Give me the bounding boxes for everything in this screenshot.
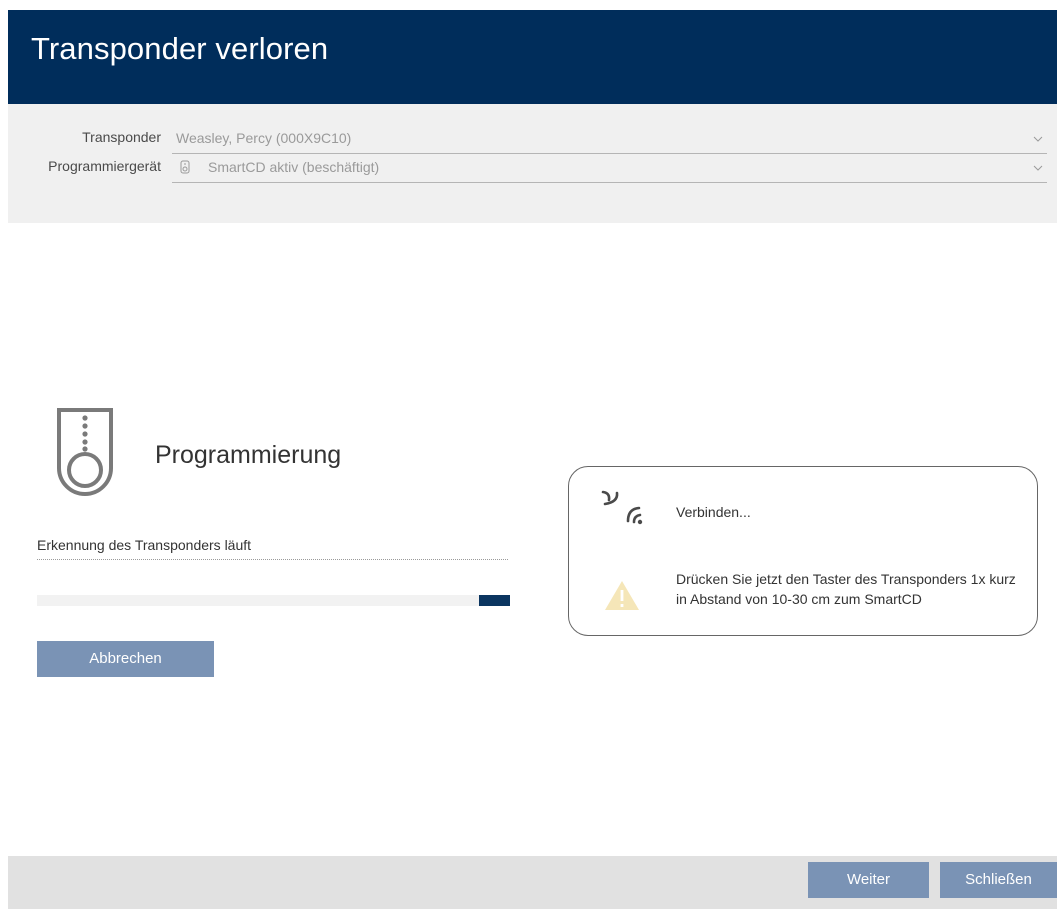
transponder-label: Transponder bbox=[82, 129, 161, 145]
wireless-icon bbox=[601, 490, 643, 525]
dialog-title: Transponder verloren bbox=[31, 31, 329, 66]
status-text: Erkennung des Transponders läuft bbox=[37, 537, 508, 560]
transponder-select[interactable]: Weasley, Percy (000X9C10) bbox=[172, 125, 1047, 154]
instruction-text: Drücken Sie jetzt den Taster des Transpo… bbox=[676, 571, 1016, 607]
programming-content: Programmierung Erkennung des Transponder… bbox=[8, 223, 1057, 856]
connect-status: Verbinden... bbox=[676, 504, 751, 520]
footer-bar: Weiter Schließen bbox=[8, 856, 1057, 909]
transponder-icon bbox=[57, 408, 113, 496]
next-button[interactable]: Weiter bbox=[808, 862, 929, 898]
warning-icon bbox=[605, 581, 639, 610]
programmer-row: Programmiergerät SmartCD aktiv (beschäft… bbox=[8, 154, 1047, 184]
programmer-label: Programmiergerät bbox=[48, 158, 161, 174]
section-title: Programmierung bbox=[155, 441, 342, 469]
dialog-window: Transponder verloren Transponder Weasley… bbox=[8, 10, 1057, 909]
chevron-down-icon bbox=[1033, 165, 1043, 171]
programmer-select[interactable]: SmartCD aktiv (beschäftigt) bbox=[172, 154, 1047, 183]
form-fields: Transponder Weasley, Percy (000X9C10) Pr… bbox=[8, 104, 1057, 223]
programmer-value: SmartCD aktiv (beschäftigt) bbox=[208, 159, 380, 175]
smartcd-device-icon bbox=[180, 160, 190, 174]
cancel-button[interactable]: Abbrechen bbox=[37, 641, 214, 677]
close-button[interactable]: Schließen bbox=[940, 862, 1057, 898]
progress-bar bbox=[37, 595, 510, 606]
info-panel: Verbinden... Drücken Sie jetzt den Taste… bbox=[568, 466, 1038, 636]
transponder-row: Transponder Weasley, Percy (000X9C10) bbox=[8, 125, 1047, 155]
progress-indicator bbox=[479, 595, 510, 606]
title-bar: Transponder verloren bbox=[8, 10, 1057, 104]
transponder-value: Weasley, Percy (000X9C10) bbox=[176, 130, 352, 146]
chevron-down-icon bbox=[1033, 136, 1043, 142]
